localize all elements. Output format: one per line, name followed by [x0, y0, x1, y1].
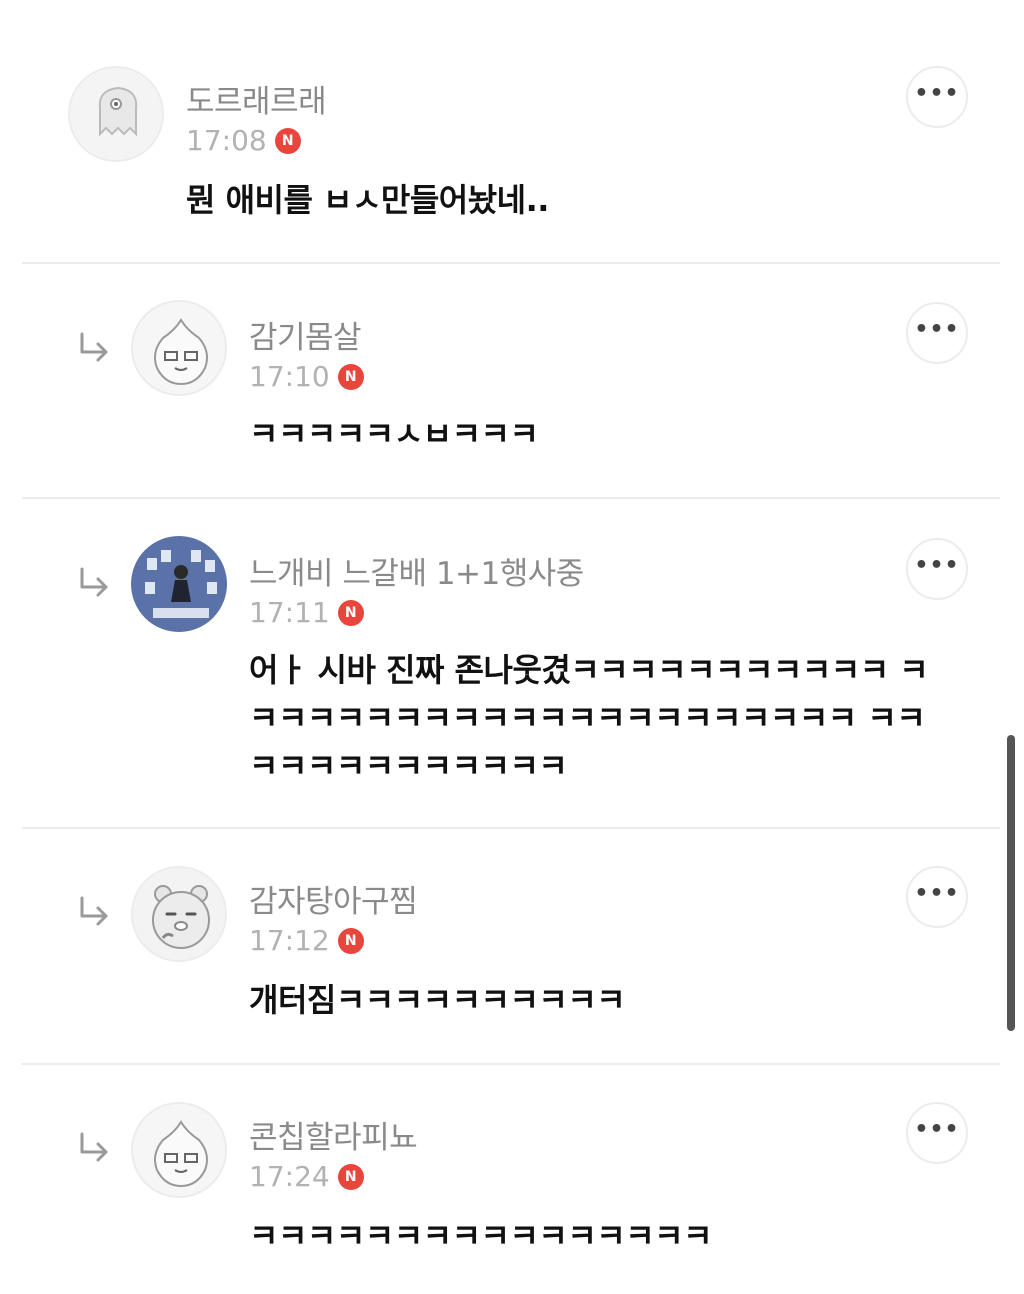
more-options-button[interactable]: •••: [906, 866, 968, 928]
reply-arrow-icon: [80, 332, 108, 362]
comment-text: 개터짐ㅋㅋㅋㅋㅋㅋㅋㅋㅋㅋ: [249, 981, 626, 1019]
ghost-character-avatar-icon: [70, 68, 162, 160]
comment-time: 17:10: [249, 360, 330, 393]
new-badge: N: [337, 599, 364, 626]
avatar[interactable]: [68, 66, 164, 162]
apeach-character-avatar-icon: [133, 302, 225, 394]
comment-meta: 17:11 N: [249, 596, 364, 629]
comment-author[interactable]: 콘칩할라피뇨: [249, 1112, 418, 1157]
more-options-button[interactable]: •••: [906, 66, 968, 128]
reply-arrow-icon: [80, 1132, 108, 1162]
ryan-character-avatar-icon: [133, 868, 225, 960]
comment-time: 17:24: [249, 1160, 330, 1193]
comment-text: 뭔 애비를 ㅂㅅ만들어놨네..: [186, 181, 549, 219]
comment-meta: 17:12 N: [249, 924, 364, 957]
comment-author[interactable]: 느개비 느갈배 1+1행사중: [249, 548, 584, 593]
comment-author[interactable]: 감자탕아구찜: [249, 876, 418, 921]
divider: [22, 827, 1000, 829]
comment-time: 17:11: [249, 596, 330, 629]
comment-meta: 17:10 N: [249, 360, 364, 393]
comment-text: ㅋㅋㅋㅋㅋㅋㅋㅋㅋㅋㅋㅋㅋㅋㅋㅋ: [249, 1217, 713, 1255]
divider: [22, 262, 1000, 264]
more-icon: •••: [914, 880, 960, 906]
divider: [22, 497, 1000, 499]
scrollbar[interactable]: [1007, 735, 1015, 1031]
new-badge: N: [337, 363, 364, 390]
comment-meta: 17:08 N: [186, 124, 301, 157]
more-options-button[interactable]: •••: [906, 302, 968, 364]
comment-text: ㅋㅋㅋㅋㅋㅅㅂㅋㅋㅋ: [249, 415, 539, 453]
comment-meta: 17:24 N: [249, 1160, 364, 1193]
comment-author[interactable]: 감기몸살: [249, 312, 362, 357]
avatar[interactable]: [131, 866, 227, 962]
comment-text: 어ㅏ 시바 진짜 존나웃겼ㅋㅋㅋㅋㅋㅋㅋㅋㅋㅋㅋ ㅋㅋㅋㅋㅋㅋㅋㅋㅋㅋㅋㅋㅋㅋㅋ…: [249, 651, 929, 785]
new-badge: N: [274, 127, 301, 154]
more-icon: •••: [914, 552, 960, 578]
more-icon: •••: [914, 1116, 960, 1142]
comment-time: 17:08: [186, 124, 267, 157]
reply-arrow-icon: [80, 896, 108, 926]
divider: [22, 1063, 1000, 1065]
reply-arrow-icon: [80, 567, 108, 597]
apeach-character-avatar-icon: [133, 1104, 225, 1196]
comment-time: 17:12: [249, 924, 330, 957]
more-options-button[interactable]: •••: [906, 538, 968, 600]
comment-author[interactable]: 도르래르래: [186, 76, 327, 121]
more-options-button[interactable]: •••: [906, 1102, 968, 1164]
avatar[interactable]: [131, 536, 227, 632]
more-icon: •••: [914, 316, 960, 342]
more-icon: •••: [914, 80, 960, 106]
new-badge: N: [337, 1163, 364, 1190]
photo-avatar-icon: [133, 538, 225, 630]
new-badge: N: [337, 927, 364, 954]
avatar[interactable]: [131, 1102, 227, 1198]
avatar[interactable]: [131, 300, 227, 396]
